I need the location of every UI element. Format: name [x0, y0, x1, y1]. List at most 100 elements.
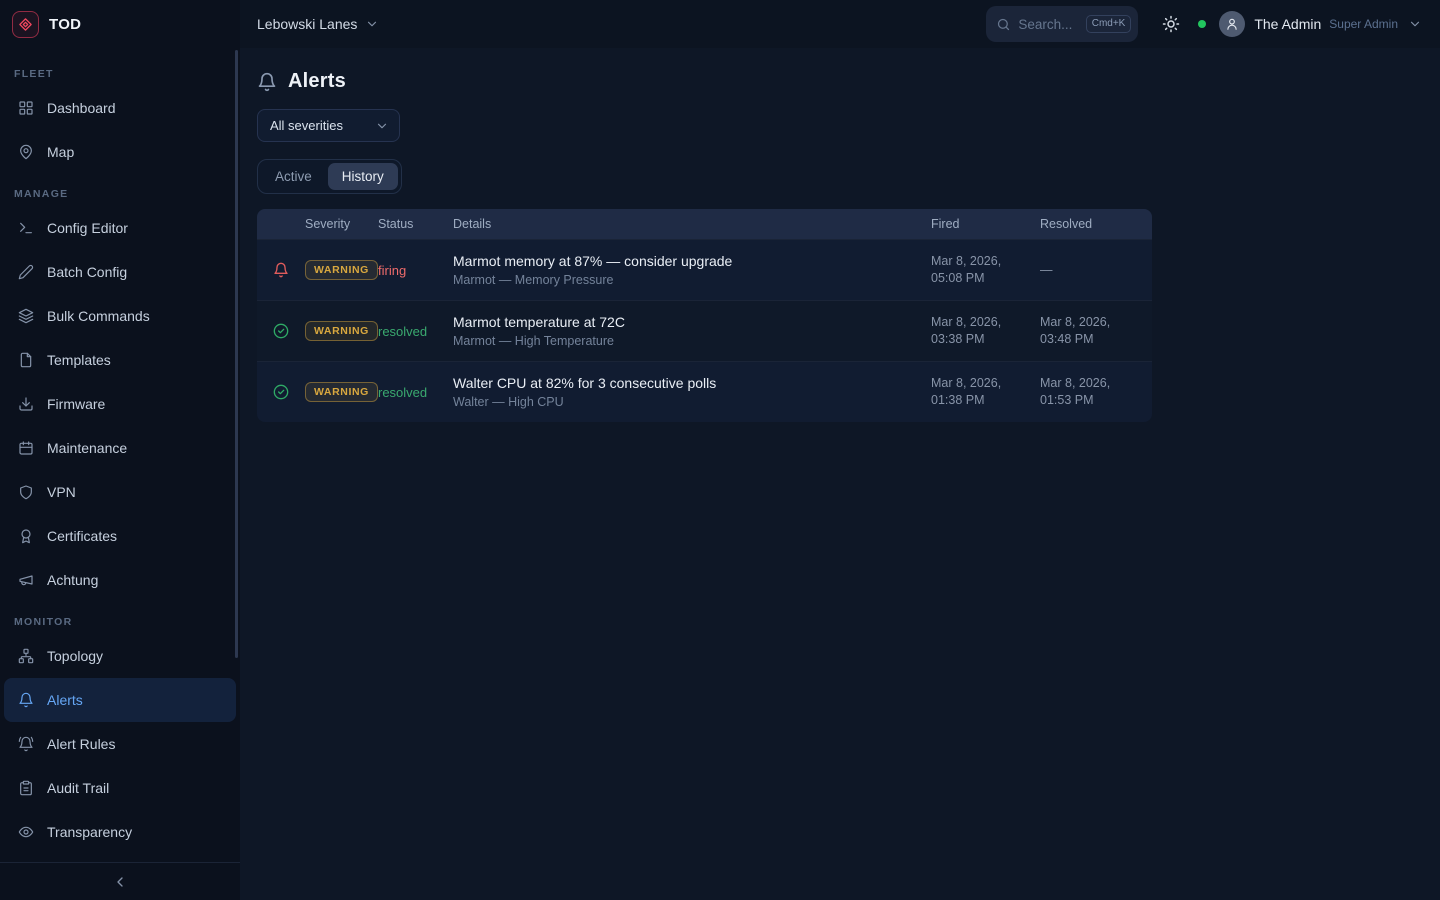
download-icon: [18, 396, 34, 412]
page-title: Alerts: [288, 70, 346, 93]
bell-icon: [18, 692, 34, 708]
sidebar-item-label: Transparency: [47, 824, 132, 840]
user-menu-chevron-icon[interactable]: [1408, 17, 1422, 31]
sidebar-item-label: Batch Config: [47, 264, 127, 280]
section-label-fleet: FLEET: [4, 54, 236, 86]
sidebar-item-label: Alerts: [47, 692, 83, 708]
sidebar-item-bulk-commands[interactable]: Bulk Commands: [4, 294, 236, 338]
resolved-time: Mar 8, 2026,03:48 PM: [1040, 314, 1136, 348]
chevron-left-icon: [112, 874, 128, 890]
sidebar-scrollbar[interactable]: [235, 50, 238, 658]
clipboard-icon: [18, 780, 34, 796]
sidebar-item-transparency[interactable]: Transparency: [4, 810, 236, 854]
sidebar-item-batch-config[interactable]: Batch Config: [4, 250, 236, 294]
search-icon: [996, 17, 1011, 32]
app-root: TOD Lebowski Lanes Cmd+K: [0, 0, 1440, 900]
col-resolved: Resolved: [1040, 217, 1136, 231]
alert-subtitle: Marmot — Memory Pressure: [453, 273, 931, 287]
table-row[interactable]: WARNING resolved Walter CPU at 82% for 3…: [257, 361, 1152, 422]
alert-title: Walter CPU at 82% for 3 consecutive poll…: [453, 375, 931, 391]
sidebar-item-certificates[interactable]: Certificates: [4, 514, 236, 558]
status-dot: [1198, 20, 1206, 28]
fired-time: Mar 8, 2026,05:08 PM: [931, 253, 1040, 287]
section-label-manage: MANAGE: [4, 174, 236, 206]
alerts-table: Severity Status Details Fired Resolved W…: [257, 209, 1152, 422]
main-content: Alerts All severities Active History Sev…: [240, 48, 1440, 900]
sidebar-item-label: Maintenance: [47, 440, 127, 456]
table-row[interactable]: WARNING resolved Marmot temperature at 7…: [257, 300, 1152, 361]
sidebar-item-maintenance[interactable]: Maintenance: [4, 426, 236, 470]
sidebar-item-label: Templates: [47, 352, 111, 368]
sidebar-item-topology[interactable]: Topology: [4, 634, 236, 678]
certificate-badge-icon: [18, 528, 34, 544]
shield-icon: [18, 484, 34, 500]
sidebar-item-audit-trail[interactable]: Audit Trail: [4, 766, 236, 810]
sidebar-item-label: Config Editor: [47, 220, 128, 236]
sidebar-collapse-button[interactable]: [0, 862, 240, 900]
megaphone-icon: [18, 572, 34, 588]
eye-icon: [18, 824, 34, 840]
fired-time: Mar 8, 2026,03:38 PM: [931, 314, 1040, 348]
theme-toggle-sun-icon[interactable]: [1162, 15, 1180, 33]
sidebar-item-label: Alert Rules: [47, 736, 115, 752]
brand-logo-icon: [12, 11, 39, 38]
alerts-tabs: Active History: [257, 159, 402, 194]
alert-subtitle: Walter — High CPU: [453, 395, 931, 409]
sidebar-item-label: VPN: [47, 484, 76, 500]
alert-details: Marmot temperature at 72C Marmot — High …: [453, 314, 931, 348]
avatar[interactable]: [1219, 11, 1245, 37]
user-name: The Admin: [1254, 16, 1321, 32]
sidebar-item-achtung[interactable]: Achtung: [4, 558, 236, 602]
tab-history[interactable]: History: [328, 163, 398, 190]
sidebar-item-templates[interactable]: Templates: [4, 338, 236, 382]
calendar-icon: [18, 440, 34, 456]
sidebar-item-config-editor[interactable]: Config Editor: [4, 206, 236, 250]
sidebar-item-firmware[interactable]: Firmware: [4, 382, 236, 426]
sidebar: FLEET Dashboard Map MANAGE Config Editor…: [0, 48, 240, 900]
tab-active[interactable]: Active: [261, 163, 326, 190]
bell-icon: [257, 72, 277, 92]
brand-header: TOD: [0, 0, 240, 48]
severity-filter-value: All severities: [270, 118, 343, 133]
sidebar-item-alerts[interactable]: Alerts: [4, 678, 236, 722]
alert-resolved-check-icon: [273, 323, 305, 339]
alert-resolved-check-icon: [273, 384, 305, 400]
resolved-time: —: [1040, 262, 1136, 279]
col-severity: Severity: [305, 217, 378, 231]
severity-filter[interactable]: All severities: [257, 109, 400, 142]
topbar: Lebowski Lanes Cmd+K The Admin Super: [240, 0, 1440, 48]
resolved-time: Mar 8, 2026,01:53 PM: [1040, 375, 1136, 409]
sidebar-item-dashboard[interactable]: Dashboard: [4, 86, 236, 130]
sidebar-item-label: Bulk Commands: [47, 308, 150, 324]
sidebar-item-label: Certificates: [47, 528, 117, 544]
sidebar-item-map[interactable]: Map: [4, 130, 236, 174]
org-selector[interactable]: Lebowski Lanes: [257, 16, 379, 32]
topbar-right: Cmd+K The Admin Super Admin: [986, 6, 1422, 42]
search-input[interactable]: [1018, 17, 1078, 32]
search-box[interactable]: Cmd+K: [986, 6, 1138, 42]
layers-icon: [18, 308, 34, 324]
sidebar-item-label: Firmware: [47, 396, 105, 412]
brush-icon: [18, 264, 34, 280]
sidebar-item-label: Audit Trail: [47, 780, 109, 796]
severity-badge: WARNING: [305, 321, 378, 341]
alert-title: Marmot memory at 87% — consider upgrade: [453, 253, 931, 269]
dashboard-grid-icon: [18, 100, 34, 116]
sidebar-item-alert-rules[interactable]: Alert Rules: [4, 722, 236, 766]
table-header: Severity Status Details Fired Resolved: [257, 209, 1152, 239]
col-fired: Fired: [931, 217, 1040, 231]
brand-name: TOD: [49, 16, 81, 33]
map-pin-icon: [18, 144, 34, 160]
section-label-monitor: MONITOR: [4, 602, 236, 634]
col-details: Details: [453, 217, 931, 231]
chevron-down-icon: [365, 17, 379, 31]
sidebar-item-label: Dashboard: [47, 100, 116, 116]
alert-details: Walter CPU at 82% for 3 consecutive poll…: [453, 375, 931, 409]
severity-badge: WARNING: [305, 382, 378, 402]
chevron-down-icon: [375, 119, 389, 133]
org-name: Lebowski Lanes: [257, 16, 357, 32]
sidebar-item-vpn[interactable]: VPN: [4, 470, 236, 514]
network-icon: [18, 648, 34, 664]
severity-badge: WARNING: [305, 260, 378, 280]
table-row[interactable]: WARNING firing Marmot memory at 87% — co…: [257, 239, 1152, 300]
